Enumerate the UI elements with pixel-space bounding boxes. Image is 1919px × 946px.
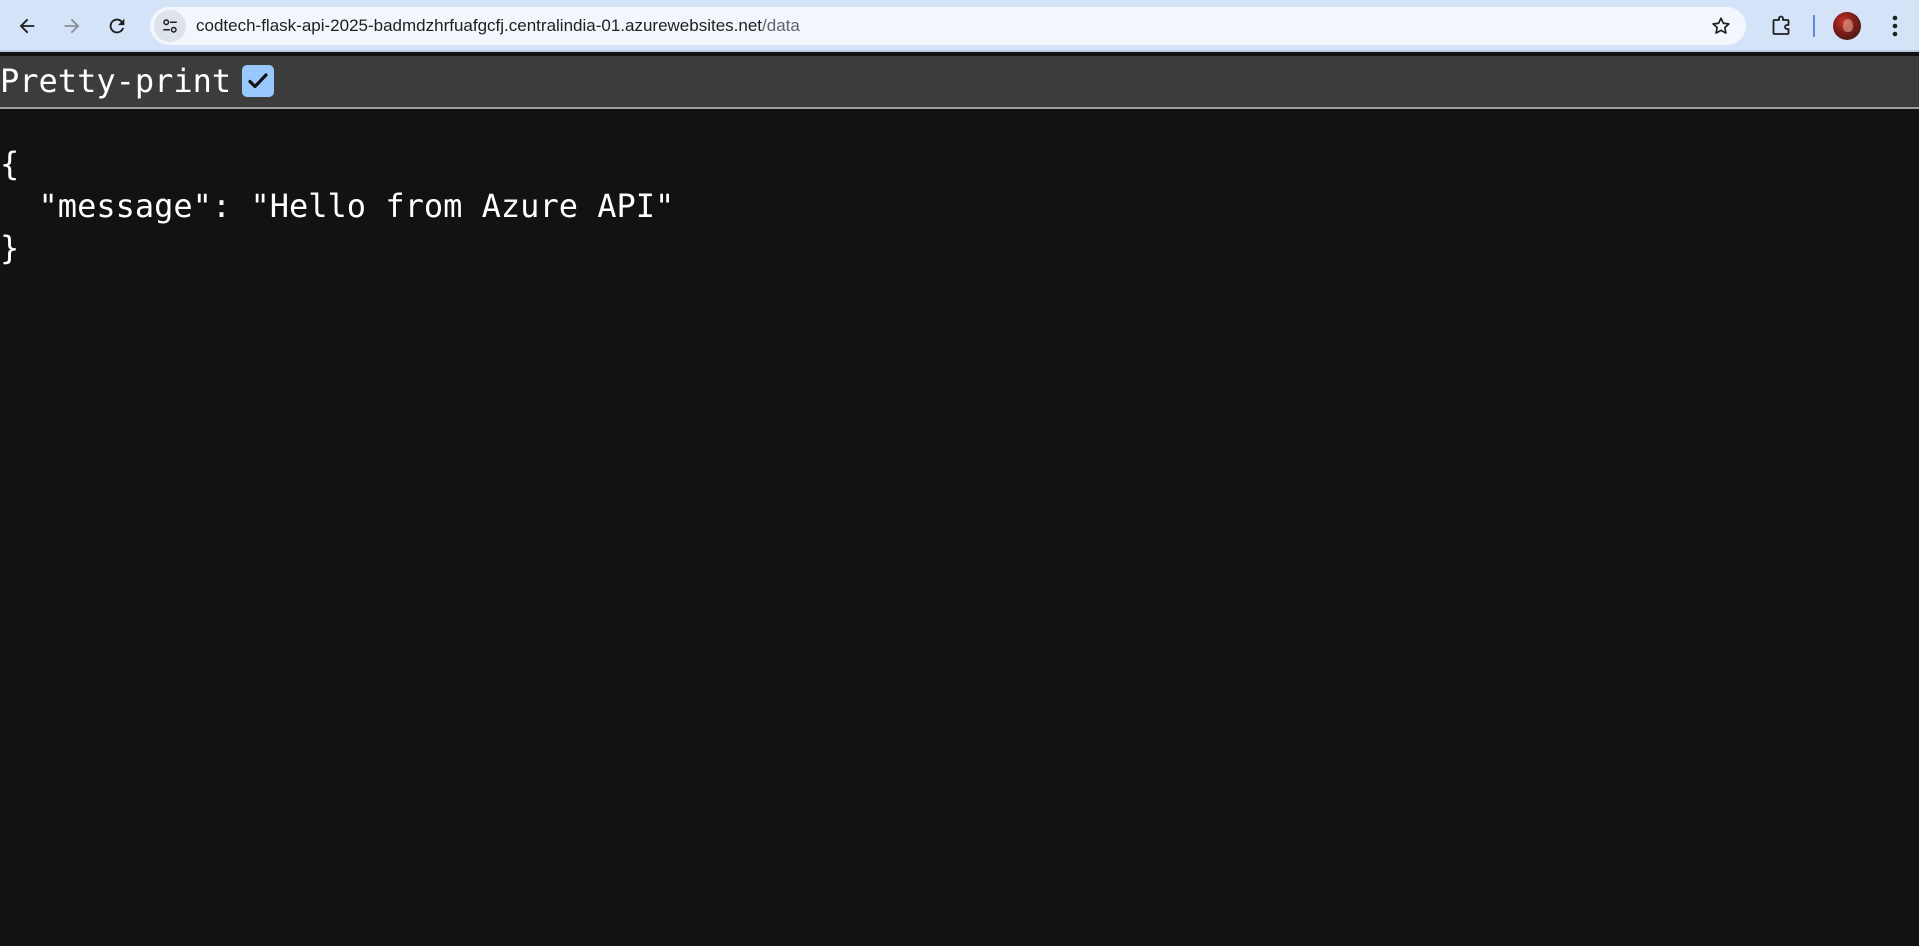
json-content: { "message": "Hello from Azure API"}: [0, 143, 674, 269]
pretty-print-bar: Pretty-print: [0, 56, 1919, 109]
bookmark-button[interactable]: [1706, 11, 1736, 41]
pretty-print-label[interactable]: Pretty-print: [0, 56, 231, 106]
profile-avatar[interactable]: [1833, 12, 1861, 40]
checkmark-icon: [248, 73, 268, 89]
site-info-button[interactable]: [154, 10, 186, 42]
url-text[interactable]: codtech-flask-api-2025-badmdzhrfuafgcfj.…: [196, 7, 800, 45]
tune-icon: [163, 19, 177, 33]
arrow-right-icon: [64, 18, 80, 34]
extensions-button[interactable]: [1764, 10, 1798, 42]
url-host: codtech-flask-api-2025-badmdzhrfuafgcfj.…: [196, 16, 763, 35]
pretty-print-checkbox[interactable]: [242, 65, 274, 97]
browser-menu-button[interactable]: [1880, 10, 1910, 42]
browser-toolbar: codtech-flask-api-2025-badmdzhrfuafgcfj.…: [0, 0, 1919, 52]
reload-button[interactable]: [99, 9, 135, 43]
back-button[interactable]: [9, 9, 45, 43]
forward-button[interactable]: [54, 9, 90, 43]
json-line-close-brace: }: [0, 229, 20, 267]
puzzle-icon: [1772, 15, 1790, 35]
url-path: /data: [762, 16, 800, 35]
reload-icon: [109, 18, 125, 34]
star-icon: [1712, 17, 1730, 34]
address-bar[interactable]: codtech-flask-api-2025-badmdzhrfuafgcfj.…: [150, 7, 1746, 45]
json-line-open-brace: {: [0, 145, 20, 183]
kebab-menu-icon: [1892, 15, 1898, 37]
toolbar-divider: [1813, 15, 1815, 37]
arrow-left-icon: [19, 18, 35, 34]
json-line-message: "message": "Hello from Azure API": [0, 187, 675, 225]
